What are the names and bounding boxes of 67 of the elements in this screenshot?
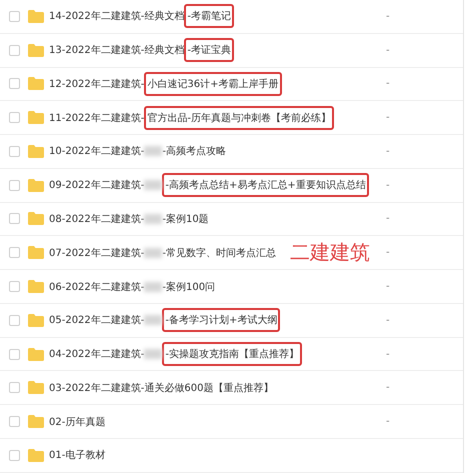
file-size: -: [386, 10, 390, 22]
annotation-text: 二建建筑: [290, 239, 370, 266]
file-name[interactable]: 02-历年真题: [49, 414, 106, 429]
file-name[interactable]: 14-2022年二建建筑-经典文档: [49, 9, 184, 24]
file-name[interactable]: 11-2022年二建建筑-: [49, 110, 144, 125]
file-name-highlight: -案例100问: [162, 280, 216, 294]
file-name-highlight: -实操题攻克指南【重点推荐】: [162, 342, 302, 366]
file-size: -: [386, 146, 390, 157]
checkbox[interactable]: [9, 78, 20, 90]
checkbox[interactable]: [9, 382, 20, 394]
checkbox[interactable]: [9, 213, 20, 224]
checkbox[interactable]: [9, 314, 20, 326]
file-size: -: [386, 314, 390, 326]
checkbox[interactable]: [9, 146, 20, 157]
file-name-highlight: -案例10题: [162, 212, 209, 226]
file-name-highlight: 官方出品-历年真题与冲刺卷【考前必练】: [144, 106, 334, 130]
file-size: -: [386, 213, 390, 224]
file-size: -: [386, 416, 390, 428]
folder-icon: [28, 144, 44, 158]
file-size: -: [386, 247, 390, 258]
checkbox[interactable]: [9, 44, 20, 56]
file-name[interactable]: 04-2022年二建建筑-: [49, 347, 144, 362]
checkbox[interactable]: [9, 10, 20, 22]
file-name-highlight: 小白速记36计+考霸上岸手册: [144, 72, 282, 96]
checkbox[interactable]: [9, 112, 20, 124]
file-name[interactable]: 10-2022年二建建筑-: [49, 144, 144, 158]
file-name[interactable]: 06-2022年二建建筑-: [49, 280, 144, 294]
file-name-highlight: -常见数字、时间考点汇总: [162, 246, 276, 260]
file-size: -: [386, 382, 390, 394]
folder-icon: [28, 44, 44, 57]
folder-icon: [28, 415, 44, 428]
folder-icon: [28, 280, 44, 293]
file-name[interactable]: 09-2022年二建建筑-: [49, 178, 144, 192]
folder-icon: [28, 178, 44, 192]
file-size: -: [386, 281, 390, 292]
file-size: -: [386, 348, 390, 360]
file-name-highlight: -高频考点总结+易考点汇总+重要知识点总结: [162, 173, 369, 198]
file-size: -: [386, 180, 390, 191]
checkbox[interactable]: [9, 180, 20, 191]
folder-icon: [28, 77, 44, 90]
folder-icon: [28, 212, 44, 226]
checkbox[interactable]: [9, 348, 20, 360]
file-name[interactable]: 07-2022年二建建筑-: [49, 246, 144, 260]
file-name[interactable]: 01-电子教材: [49, 448, 106, 462]
file-size: -: [386, 78, 390, 90]
file-name[interactable]: 08-2022年二建建筑-: [49, 212, 144, 226]
file-name[interactable]: 03-2022年二建建筑-通关必做600题【重点推荐】: [49, 380, 274, 395]
folder-icon: [28, 111, 44, 124]
file-name[interactable]: 13-2022年二建建筑-经典文档: [49, 43, 184, 58]
folder-icon: [28, 381, 44, 394]
checkbox[interactable]: [9, 247, 20, 258]
file-name[interactable]: 12-2022年二建建筑-: [49, 76, 144, 91]
checkbox[interactable]: [9, 281, 20, 292]
file-name-highlight: -考证宝典: [184, 38, 234, 62]
file-name[interactable]: 05-2022年二建建筑-: [49, 313, 144, 328]
file-name-highlight: -备考学习计划+考试大纲: [162, 308, 280, 332]
folder-icon: [28, 314, 44, 327]
checkbox[interactable]: [9, 450, 20, 461]
file-size: -: [386, 44, 390, 56]
file-name-highlight: -高频考点攻略: [162, 144, 226, 158]
folder-icon: [28, 348, 44, 361]
folder-icon: [28, 448, 44, 462]
file-size: -: [386, 112, 390, 124]
file-name-highlight: -考霸笔记: [184, 4, 234, 28]
folder-icon: [28, 246, 44, 260]
checkbox[interactable]: [9, 416, 20, 428]
folder-icon: [28, 10, 44, 23]
